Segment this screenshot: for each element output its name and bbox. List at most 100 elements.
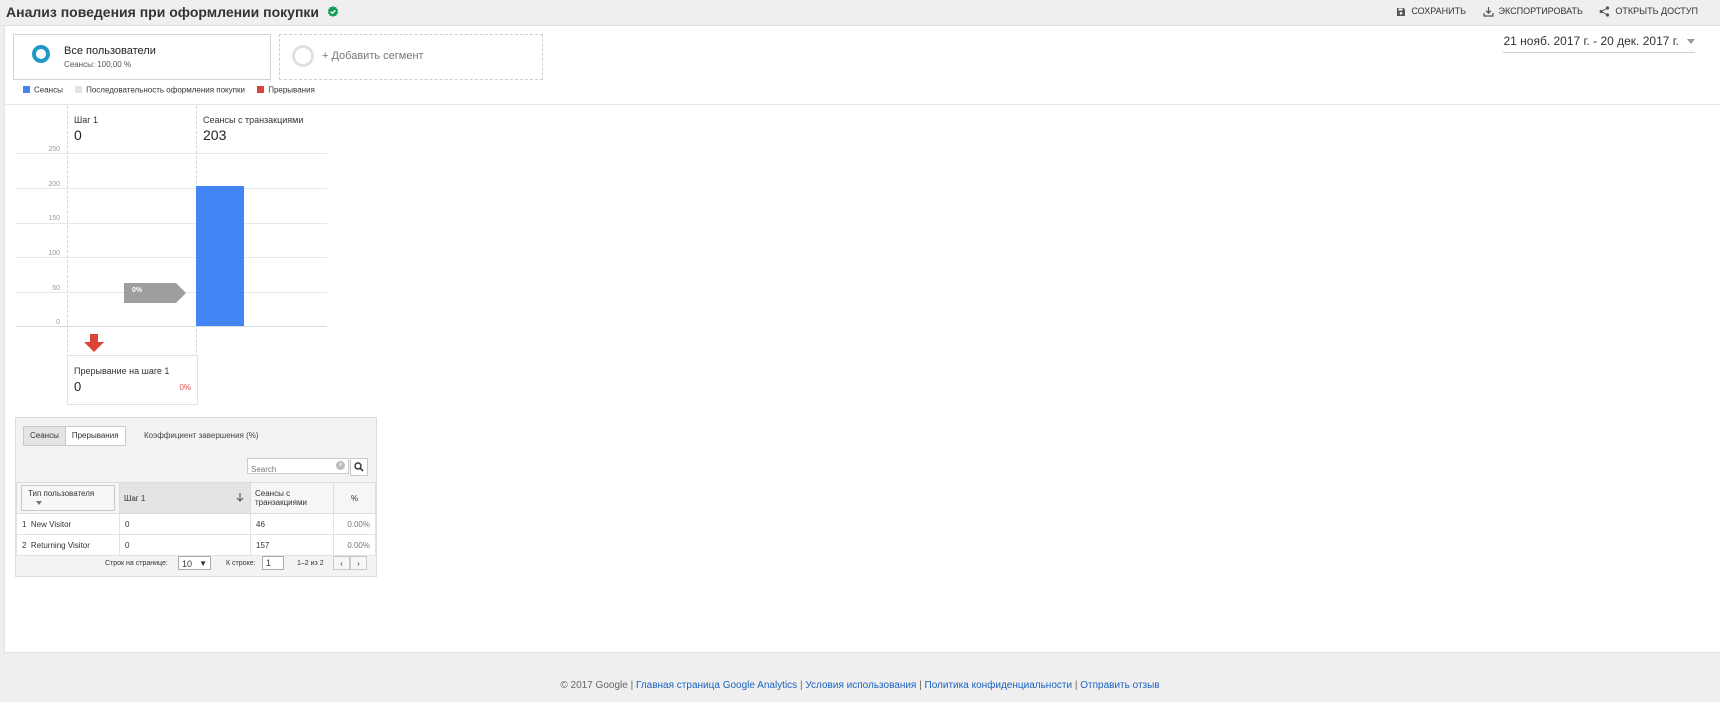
footer-link-privacy[interactable]: Политика конфиденциальности xyxy=(925,680,1073,691)
dropoff-percent: 0% xyxy=(179,383,191,392)
rows-per-page-select[interactable]: 10 ▼ xyxy=(178,556,211,570)
add-segment-button[interactable]: + Добавить сегмент xyxy=(279,34,543,80)
y-tick-100: 100 xyxy=(48,250,60,257)
table-pager: Строк на странице: 10 ▼ К строке: 1 1–2 и… xyxy=(16,555,376,575)
sort-down-arrow-icon xyxy=(236,493,244,504)
save-button[interactable]: СОХРАНИТЬ xyxy=(1396,6,1466,17)
footer-link-feedback[interactable]: Отправить отзыв xyxy=(1080,680,1159,691)
footer-link-terms[interactable]: Условия использования xyxy=(805,680,916,691)
search-button[interactable] xyxy=(350,458,368,476)
row-label-cell: 1 New Visitor xyxy=(16,513,120,535)
row-percent-cell: 0.00% xyxy=(333,534,376,556)
data-table-panel: Сеансы Прерывания Коэффициент завершения… xyxy=(15,417,377,577)
column-header-transactions[interactable]: Сеансы с транзакциями xyxy=(250,482,334,514)
column-label-step1: Шаг 1 xyxy=(124,493,146,503)
add-segment-label: + Добавить сегмент xyxy=(322,50,424,62)
dropoff-value: 0 xyxy=(74,379,82,394)
rows-per-page-label: Строк на странице: xyxy=(105,560,168,567)
date-range-picker[interactable]: 21 нояб. 2017 г. - 20 дек. 2017 г. xyxy=(1503,34,1695,53)
table-row: 1 New Visitor 0 46 0.00% xyxy=(16,513,376,535)
row-label-cell: 2 Returning Visitor xyxy=(16,534,120,556)
completion-rate-toggle[interactable]: Коэффициент завершения (%) xyxy=(144,431,259,440)
step2-value: 203 xyxy=(203,127,227,143)
dropoff-box[interactable]: Прерывание на шаге 1 0 0% xyxy=(67,355,198,405)
metric-tabs: Сеансы Прерывания xyxy=(23,426,126,446)
segment-sessions: Сеансы: 100,00 % xyxy=(64,60,132,69)
table-search: × xyxy=(247,458,349,477)
save-label: СОХРАНИТЬ xyxy=(1411,6,1466,17)
grid-line-150 xyxy=(16,223,327,224)
dropoff-arrow-icon xyxy=(84,334,104,357)
footer-link-home[interactable]: Главная страница Google Analytics xyxy=(636,680,797,691)
goto-row-label: К строке: xyxy=(226,560,256,567)
chevron-left-icon: ‹ xyxy=(340,559,343,568)
y-tick-0: 0 xyxy=(56,319,60,326)
y-tick-200: 200 xyxy=(48,181,60,188)
rows-per-page-value: 10 xyxy=(182,559,193,569)
tab-dropoffs[interactable]: Прерывания xyxy=(66,427,125,445)
pager-range: 1–2 из 2 xyxy=(297,560,324,567)
y-tick-250: 250 xyxy=(48,146,60,153)
next-page-button[interactable]: › xyxy=(350,556,367,570)
clear-search-icon[interactable]: × xyxy=(336,461,345,470)
search-icon xyxy=(354,462,364,472)
chevron-right-icon: › xyxy=(357,559,360,568)
tab-sessions[interactable]: Сеансы xyxy=(24,427,66,445)
prev-page-button[interactable]: ‹ xyxy=(333,556,350,570)
footer-copyright: © 2017 Google xyxy=(560,680,628,691)
data-table: Тип пользователя Шаг 1 Сеансы с транзакц… xyxy=(16,482,376,556)
chart-legend: Сеансы Последовательность оформления пок… xyxy=(23,85,325,94)
column-header-step1[interactable]: Шаг 1 xyxy=(119,482,251,514)
column-header-percent[interactable]: % xyxy=(333,482,376,514)
top-bar: Анализ поведения при оформлении покупки … xyxy=(0,0,1720,26)
legend-label-sessions: Сеансы xyxy=(34,85,63,95)
report-title-text: Анализ поведения при оформлении покупки xyxy=(6,4,320,20)
row-index: 2 xyxy=(22,540,27,550)
footer-separator: | xyxy=(799,680,803,691)
row-step1-cell: 0 xyxy=(119,513,251,535)
funnel-chart: Шаг 1 0 Сеансы с транзакциями 203 250 20… xyxy=(16,106,336,406)
row-percent-cell: 0.00% xyxy=(333,513,376,535)
legend-swatch-sessions xyxy=(23,86,30,94)
legend-label-funnel: Последовательность оформления покупки xyxy=(86,85,245,95)
save-icon xyxy=(1397,7,1406,16)
y-tick-150: 150 xyxy=(48,215,60,222)
row-step1-cell: 0 xyxy=(119,534,251,556)
search-input[interactable] xyxy=(248,462,334,477)
grid-line-100 xyxy=(16,257,327,258)
report-actions: СОХРАНИТЬ ЭКСПОРТИРОВАТЬ ОТКРЫТЬ ДОСТУП xyxy=(1382,6,1698,17)
segment-ring-icon xyxy=(32,45,50,63)
bar-step2[interactable] xyxy=(196,186,244,326)
legend-label-dropoffs: Прерывания xyxy=(268,85,315,95)
chevron-down-icon xyxy=(36,500,42,505)
export-label: ЭКСПОРТИРОВАТЬ xyxy=(1498,6,1583,17)
dropdown-triangle-icon: ▼ xyxy=(199,559,207,568)
dropoff-title: Прерывание на шаге 1 xyxy=(74,366,170,376)
verified-check-icon xyxy=(327,5,339,21)
empty-segment-ring-icon xyxy=(292,45,314,67)
funnel-header-line xyxy=(16,153,327,154)
segment-name: Все пользователи xyxy=(64,45,156,57)
legend-item-funnel: Последовательность оформления покупки xyxy=(75,85,245,94)
footer-separator: | xyxy=(919,680,922,691)
grid-line-0 xyxy=(16,326,327,327)
table-header-row: Тип пользователя Шаг 1 Сеансы с транзакц… xyxy=(16,482,376,514)
footer-separator: | xyxy=(1074,680,1078,691)
export-button[interactable]: ЭКСПОРТИРОВАТЬ xyxy=(1482,6,1583,17)
section-divider xyxy=(5,104,1720,105)
segment-all-users[interactable]: Все пользователи Сеансы: 100,00 % xyxy=(13,34,271,80)
footer-separator: | xyxy=(630,680,634,691)
share-button[interactable]: ОТКРЫТЬ ДОСТУП xyxy=(1599,6,1698,17)
goto-row-input[interactable]: 1 xyxy=(262,556,284,570)
dimension-dropdown[interactable]: Тип пользователя xyxy=(21,485,115,511)
download-icon xyxy=(1482,7,1494,17)
conversion-percent: 0% xyxy=(132,287,143,294)
legend-item-sessions: Сеансы xyxy=(23,85,63,94)
footer: © 2017 Google | Главная страница Google … xyxy=(0,664,1720,702)
step1-value: 0 xyxy=(74,127,82,143)
row-name-link[interactable]: Returning Visitor xyxy=(31,541,90,550)
dimension-header: Тип пользователя xyxy=(16,482,120,514)
row-name-link[interactable]: New Visitor xyxy=(31,520,71,529)
row-index: 1 xyxy=(22,519,27,529)
conversion-arrow: 0% xyxy=(124,283,188,303)
